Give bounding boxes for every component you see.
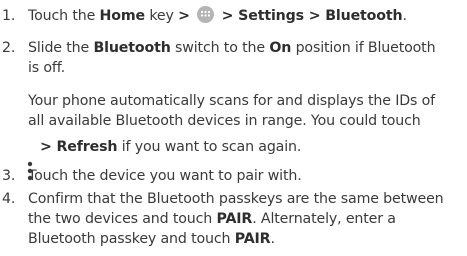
home-key-label: Home bbox=[99, 8, 146, 24]
settings-path: > Settings > Bluetooth bbox=[221, 8, 403, 24]
step-4-line-2: the two devices and touch PAIR. Alternat… bbox=[28, 209, 396, 229]
instruction-list: 1. Touch the Home key > > Settings > Blu… bbox=[0, 0, 467, 256]
on-label: On bbox=[269, 40, 292, 56]
step-2-note-line-2: all available Bluetooth devices in range… bbox=[28, 113, 421, 129]
step-text: key bbox=[149, 8, 174, 24]
pair-label: PAIR bbox=[234, 231, 271, 247]
step-number: 4. bbox=[2, 191, 16, 207]
path-separator: > bbox=[178, 8, 190, 24]
apps-icon bbox=[197, 6, 215, 23]
pair-label: PAIR bbox=[216, 211, 253, 227]
step-number: 2. bbox=[2, 40, 16, 56]
bluetooth-label: Bluetooth bbox=[93, 40, 171, 56]
step-text: Confirm that the Bluetooth passkeys are … bbox=[28, 191, 444, 207]
step-text: Touch the bbox=[28, 8, 96, 24]
step-text: . Alternately, enter a bbox=[252, 211, 396, 227]
step-text: . bbox=[402, 8, 407, 24]
step-text: Slide the bbox=[28, 40, 90, 56]
step-number: 3. bbox=[2, 168, 16, 184]
refresh-path: > Refresh bbox=[40, 139, 118, 155]
step-2-note-line-1: Your phone automatically scans for and d… bbox=[28, 93, 435, 109]
step-number: 1. bbox=[2, 8, 16, 24]
step-text: . bbox=[270, 231, 275, 247]
step-2-note-line-3: > Refresh if you want to scan again. bbox=[40, 137, 301, 157]
step-text: if you want to scan again. bbox=[121, 139, 302, 155]
step-4-line-3: Bluetooth passkey and touch PAIR. bbox=[28, 229, 275, 249]
step-text: Bluetooth passkey and touch bbox=[28, 231, 231, 247]
step-text: Touch the device you want to pair with. bbox=[28, 168, 302, 184]
step-text: switch to the bbox=[175, 40, 265, 56]
step-text: the two devices and touch bbox=[28, 211, 213, 227]
step-text: position if Bluetooth bbox=[295, 40, 436, 56]
step-2-line-2: is off. bbox=[28, 60, 65, 76]
